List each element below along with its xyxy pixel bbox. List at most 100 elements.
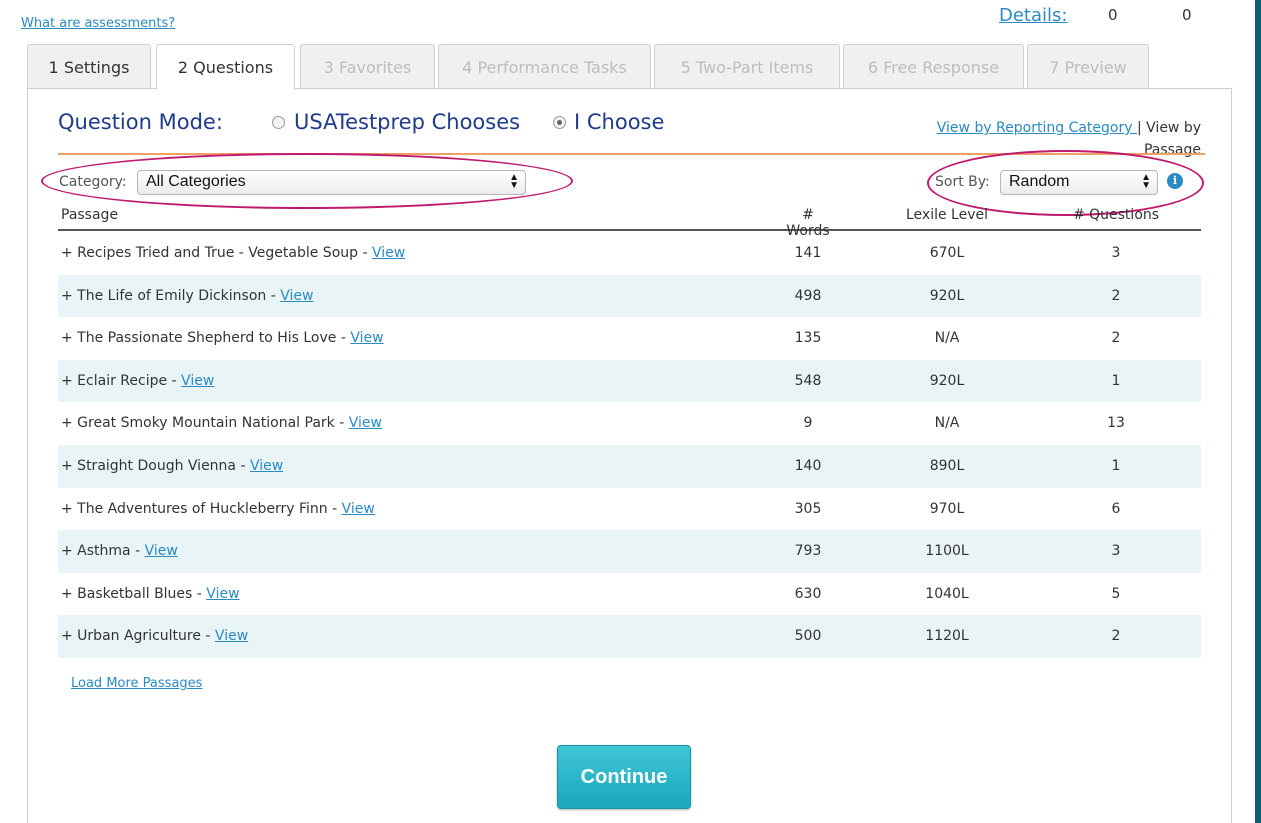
table-row[interactable]: + Urban Agriculture - View 500 1120L 2 xyxy=(58,615,1201,658)
passage-title[interactable]: + The Life of Emily Dickinson - xyxy=(61,288,280,304)
passage-title[interactable]: + Great Smoky Mountain National Park - xyxy=(61,415,349,431)
passage-title[interactable]: + Asthma - xyxy=(61,543,145,559)
words-cell: 793 xyxy=(794,543,822,560)
what-are-assessments-link[interactable]: What are assessments? xyxy=(21,16,175,31)
passage-cell: + Great Smoky Mountain National Park - V… xyxy=(61,415,382,431)
lexile-cell: 670L xyxy=(929,245,965,261)
tab-free-response[interactable]: 6 Free Response xyxy=(843,44,1024,89)
questions-cell: 13 xyxy=(1107,415,1125,432)
passage-title[interactable]: + Recipes Tried and True - Vegetable Sou… xyxy=(61,245,372,261)
questions-cell: 2 xyxy=(1111,287,1121,304)
questions-cell: 1 xyxy=(1111,457,1121,474)
words-cell: 305 xyxy=(794,500,822,517)
view-link[interactable]: View xyxy=(181,373,214,389)
passage-title[interactable]: + Urban Agriculture - xyxy=(61,628,215,644)
table-row[interactable]: + The Life of Emily Dickinson - View 498… xyxy=(58,274,1201,318)
table-row[interactable]: + Straight Dough Vienna - View 140 890L … xyxy=(58,444,1201,488)
passage-title[interactable]: + The Adventures of Huckleberry Finn - xyxy=(61,501,342,517)
usatestprep-chooses-radio[interactable] xyxy=(272,116,285,129)
lexile-cell: 890L xyxy=(929,457,965,474)
view-link[interactable]: View xyxy=(250,458,283,474)
view-link[interactable]: View xyxy=(350,330,383,346)
passage-title[interactable]: + Basketball Blues - xyxy=(61,586,206,602)
header-passage[interactable]: Passage xyxy=(61,207,118,223)
lexile-cell: 920L xyxy=(929,287,965,304)
tab-favorites[interactable]: 3 Favorites xyxy=(300,44,435,89)
category-select-value: All Categories xyxy=(146,173,246,190)
lexile-cell: 920L xyxy=(929,372,965,389)
passage-cell: + Urban Agriculture - View xyxy=(61,628,248,644)
tab-two-part-items[interactable]: 5 Two-Part Items xyxy=(654,44,840,89)
passage-title[interactable]: + Eclair Recipe - xyxy=(61,373,181,389)
continue-button[interactable]: Continue xyxy=(557,745,691,809)
details-link[interactable]: Details: xyxy=(999,5,1067,26)
view-link[interactable]: View xyxy=(372,245,405,261)
details-count-2: 0 xyxy=(1182,6,1192,24)
header-lexile[interactable]: Lexile Level xyxy=(894,207,1000,223)
passage-cell: + Basketball Blues - View xyxy=(61,586,240,602)
view-link[interactable]: View xyxy=(145,543,178,559)
category-select[interactable]: All Categories ▲ ▼ xyxy=(137,170,526,195)
words-cell: 500 xyxy=(794,628,822,645)
info-icon[interactable]: i xyxy=(1167,173,1183,189)
passage-table-body: + Recipes Tried and True - Vegetable Sou… xyxy=(58,232,1201,658)
table-row[interactable]: + Eclair Recipe - View 548 920L 1 xyxy=(58,359,1201,403)
view-link[interactable]: View xyxy=(280,288,313,304)
load-more-passages-link[interactable]: Load More Passages xyxy=(71,676,202,691)
words-cell: 548 xyxy=(794,372,822,389)
questions-cell: 6 xyxy=(1111,500,1121,517)
i-choose-radio[interactable] xyxy=(553,116,566,129)
words-cell: 135 xyxy=(794,330,822,347)
radio-selected-dot xyxy=(557,120,562,125)
questions-cell: 2 xyxy=(1111,330,1121,347)
questions-cell: 3 xyxy=(1111,543,1121,560)
passage-cell: + The Passionate Shepherd to His Love - … xyxy=(61,330,384,346)
table-row[interactable]: + The Passionate Shepherd to His Love - … xyxy=(58,317,1201,360)
question-mode-label: Question Mode: xyxy=(58,110,223,134)
view-link[interactable]: View xyxy=(349,415,382,431)
table-header: Passage # Words Lexile Level # Questions xyxy=(58,204,1201,239)
section-divider xyxy=(58,153,1205,155)
details-count-1: 0 xyxy=(1108,6,1118,24)
view-link[interactable]: View xyxy=(215,628,248,644)
category-label: Category: xyxy=(59,174,127,190)
sort-by-label: Sort By: xyxy=(935,174,990,190)
tab-performance-tasks[interactable]: 4 Performance Tasks xyxy=(438,44,651,89)
view-by-reporting-category-link[interactable]: View by Reporting Category xyxy=(937,120,1137,136)
lexile-cell: 1040L xyxy=(925,585,969,602)
tab-settings[interactable]: 1 Settings xyxy=(27,44,151,89)
view-link[interactable]: View xyxy=(342,501,375,517)
words-cell: 140 xyxy=(794,457,822,474)
passage-title[interactable]: + The Passionate Shepherd to His Love - xyxy=(61,330,350,346)
tab-questions[interactable]: 2 Questions xyxy=(156,44,295,90)
sort-by-select[interactable]: Random ▲ ▼ xyxy=(1000,170,1158,195)
words-cell: 9 xyxy=(803,415,813,432)
lexile-cell: 1120L xyxy=(925,628,969,645)
right-edge-bar xyxy=(1255,0,1261,823)
questions-cell: 1 xyxy=(1111,372,1121,389)
questions-cell: 3 xyxy=(1111,245,1121,261)
questions-cell: 2 xyxy=(1111,628,1121,645)
passage-title[interactable]: + Straight Dough Vienna - xyxy=(61,458,250,474)
usatestprep-chooses-label[interactable]: USATestprep Chooses xyxy=(294,110,520,134)
lexile-cell: 1100L xyxy=(925,543,969,560)
i-choose-label[interactable]: I Choose xyxy=(574,110,664,134)
table-row[interactable]: + Great Smoky Mountain National Park - V… xyxy=(58,402,1201,445)
passage-cell: + Eclair Recipe - View xyxy=(61,373,214,389)
passage-cell: + The Adventures of Huckleberry Finn - V… xyxy=(61,501,375,517)
questions-cell: 5 xyxy=(1111,585,1121,602)
lexile-cell: 970L xyxy=(929,500,965,517)
table-row[interactable]: + Basketball Blues - View 630 1040L 5 xyxy=(58,573,1201,616)
lexile-cell: N/A xyxy=(934,330,960,347)
table-row[interactable]: + The Adventures of Huckleberry Finn - V… xyxy=(58,488,1201,531)
passage-cell: + Recipes Tried and True - Vegetable Sou… xyxy=(61,245,405,261)
table-row[interactable]: + Recipes Tried and True - Vegetable Sou… xyxy=(58,232,1201,275)
words-cell: 141 xyxy=(794,245,822,261)
sort-by-select-value: Random xyxy=(1009,173,1070,190)
header-questions[interactable]: # Questions xyxy=(1058,207,1174,223)
tab-preview[interactable]: 7 Preview xyxy=(1027,44,1149,89)
view-link[interactable]: View xyxy=(206,586,239,602)
words-cell: 498 xyxy=(794,287,822,304)
table-row[interactable]: + Asthma - View 793 1100L 3 xyxy=(58,530,1201,573)
passage-cell: + Straight Dough Vienna - View xyxy=(61,458,283,474)
